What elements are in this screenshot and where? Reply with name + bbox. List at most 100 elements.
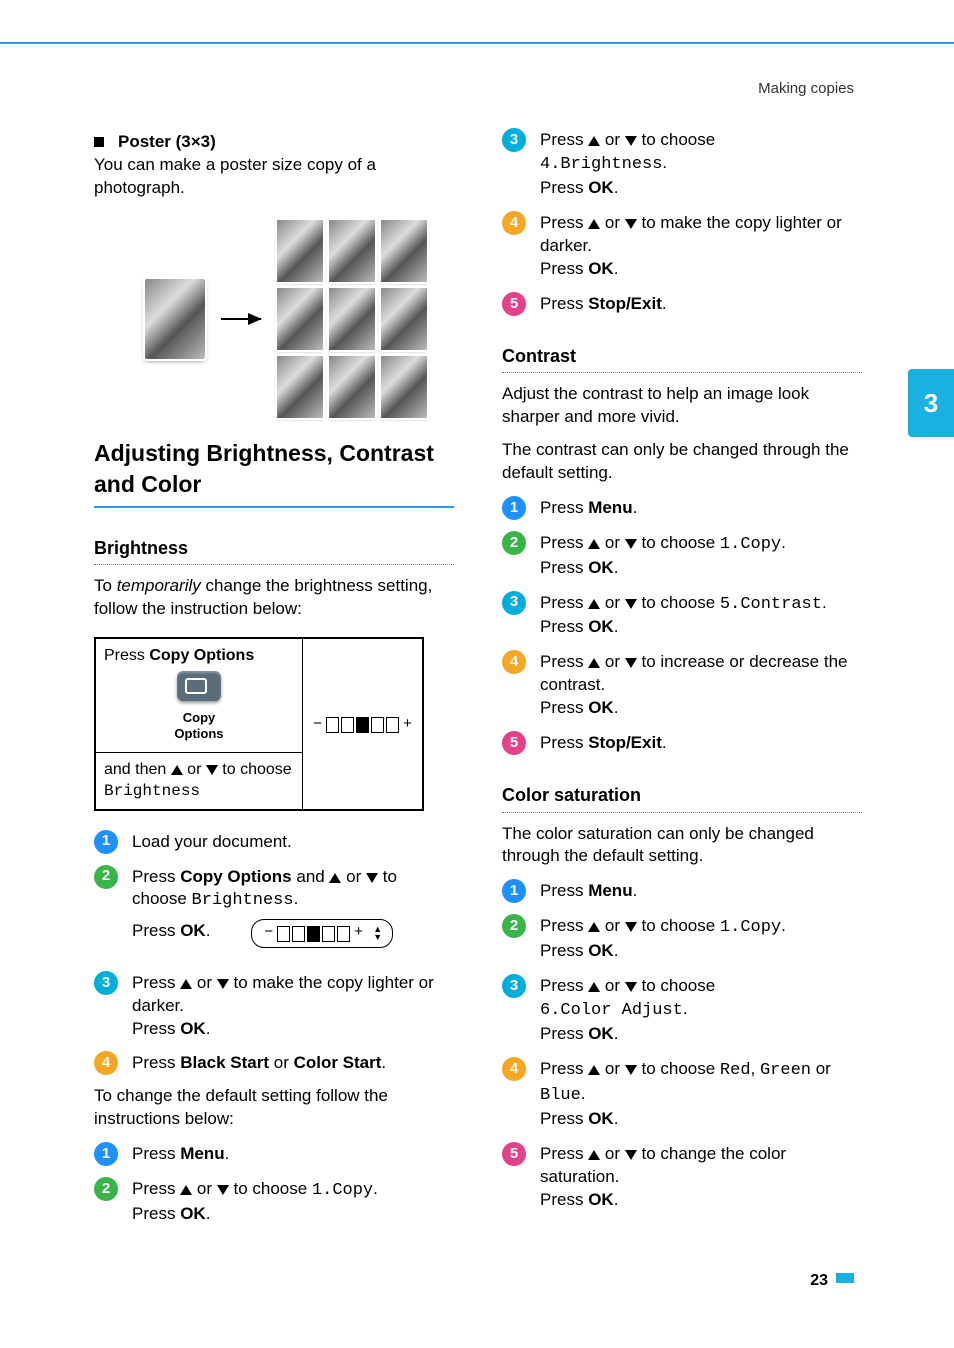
top-border: [0, 0, 954, 44]
step-text: Press or to choose 1.Copy. Press OK.: [132, 1176, 454, 1226]
step-badge: 3: [502, 128, 526, 152]
step-badge: 2: [94, 865, 118, 889]
step-badge: 5: [502, 1142, 526, 1166]
step-text: Press or to choose 1.Copy. Press OK.: [540, 530, 862, 580]
down-arrow-icon: [625, 1150, 637, 1160]
down-arrow-icon: [625, 599, 637, 609]
step-text: Press Stop/Exit.: [540, 291, 862, 316]
arrow-right-icon: [221, 318, 261, 320]
poster-grid: [277, 220, 427, 418]
up-arrow-icon: [588, 1150, 600, 1160]
step-badge: 3: [94, 971, 118, 995]
down-arrow-icon: [625, 136, 637, 146]
poster-desc: You can make a poster size copy of a pho…: [94, 154, 454, 200]
step-text: Press or to choose 1.Copy. Press OK.: [540, 913, 862, 963]
step-badge: 4: [502, 211, 526, 235]
up-arrow-icon: [329, 873, 341, 883]
page-footer: 23: [0, 1266, 954, 1320]
page-number: 23: [810, 1272, 828, 1289]
lcd-indicator: − + ▲▼: [251, 919, 393, 947]
step-badge: 5: [502, 731, 526, 755]
up-arrow-icon: [588, 658, 600, 668]
step-badge: 2: [94, 1177, 118, 1201]
step-badge: 1: [502, 879, 526, 903]
step-text: Press or to choose 6.Color Adjust. Press…: [540, 973, 862, 1046]
footer-accent-icon: [836, 1273, 854, 1283]
color-p1: The color saturation can only be changed…: [502, 823, 862, 869]
left-column: Poster (3×3) You can make a poster size …: [94, 117, 454, 1236]
down-arrow-icon: [206, 765, 218, 775]
step-text: Press or to choose 4.Brightness. Press O…: [540, 127, 862, 200]
copy-options-box: Press Copy Options Copy Options −: [94, 637, 424, 810]
contrast-p1: Adjust the contrast to help an image loo…: [502, 383, 862, 429]
down-arrow-icon: [625, 1065, 637, 1075]
poster-heading: Poster (3×3): [94, 131, 454, 154]
up-arrow-icon: [180, 979, 192, 989]
copy-key-icon: [177, 671, 221, 701]
step-text: Press or to make the copy lighter or dar…: [132, 970, 454, 1041]
step-text: Press Menu.: [540, 495, 862, 520]
step: 4 Press or to make the copy lighter or d…: [502, 210, 862, 281]
adjust-heading: Adjusting Brightness, Contrast and Color: [94, 438, 454, 508]
contrast-heading: Contrast: [502, 344, 862, 373]
step-badge: 2: [502, 914, 526, 938]
down-arrow-icon: [625, 982, 637, 992]
step-badge: 5: [502, 292, 526, 316]
right-column: 3 Press or to choose 4.Brightness. Press…: [502, 117, 862, 1236]
step: 2 Press or to choose 1.Copy. Press OK.: [94, 1176, 454, 1226]
step-badge: 1: [94, 1142, 118, 1166]
step-badge: 3: [502, 974, 526, 998]
up-arrow-icon: [588, 1065, 600, 1075]
chapter-tab: 3: [908, 369, 954, 437]
down-arrow-icon: [366, 873, 378, 883]
level-indicator: − +: [311, 715, 414, 735]
up-arrow-icon: [180, 1185, 192, 1195]
down-arrow-icon: [625, 539, 637, 549]
default-intro: To change the default setting follow the…: [94, 1085, 454, 1131]
stepper-icon: ▲▼: [373, 926, 382, 941]
step: 3 Press or to choose 4.Brightness. Press…: [502, 127, 862, 200]
step-text: Press Copy Options and or to choose Brig…: [132, 864, 454, 960]
up-arrow-icon: [588, 219, 600, 229]
step: 4 Press Black Start or Color Start.: [94, 1050, 454, 1075]
copy-options-key: Copy Options: [104, 667, 294, 747]
step: 2 Press Copy Options and or to choose Br…: [94, 864, 454, 960]
step: 3 Press or to make the copy lighter or d…: [94, 970, 454, 1041]
poster-illustration: [118, 220, 454, 418]
step: 1 Load your document.: [94, 829, 454, 854]
step-badge: 2: [502, 531, 526, 555]
up-arrow-icon: [588, 136, 600, 146]
down-arrow-icon: [625, 658, 637, 668]
brightness-heading: Brightness: [94, 536, 454, 565]
step-text: Press or to change the color saturation.…: [540, 1141, 862, 1212]
up-arrow-icon: [588, 599, 600, 609]
step-text: Press Stop/Exit.: [540, 730, 862, 755]
step-text: Load your document.: [132, 829, 454, 854]
color-heading: Color saturation: [502, 783, 862, 812]
poster-title: Poster (3×3): [118, 131, 216, 154]
square-bullet-icon: [94, 137, 104, 147]
step-badge: 4: [502, 650, 526, 674]
contrast-p2: The contrast can only be changed through…: [502, 439, 862, 485]
down-arrow-icon: [217, 1185, 229, 1195]
up-arrow-icon: [588, 539, 600, 549]
step-text: Press Black Start or Color Start.: [132, 1050, 454, 1075]
photo-thumb: [145, 279, 205, 359]
step-badge: 4: [502, 1057, 526, 1081]
step-text: Press Menu.: [132, 1141, 454, 1166]
step-badge: 1: [502, 496, 526, 520]
step-text: Press Menu.: [540, 878, 862, 903]
up-arrow-icon: [588, 982, 600, 992]
down-arrow-icon: [625, 219, 637, 229]
step-badge: 4: [94, 1051, 118, 1075]
step-text: Press or to choose 5.Contrast. Press OK.: [540, 590, 862, 640]
brightness-intro: To temporarily change the brightness set…: [94, 575, 454, 621]
section-header: Making copies: [0, 44, 954, 97]
step: 1 Press Menu.: [94, 1141, 454, 1166]
step-badge: 3: [502, 591, 526, 615]
step: 5 Press Stop/Exit.: [502, 291, 862, 316]
down-arrow-icon: [625, 922, 637, 932]
down-arrow-icon: [217, 979, 229, 989]
up-arrow-icon: [171, 765, 183, 775]
step-badge: 1: [94, 830, 118, 854]
